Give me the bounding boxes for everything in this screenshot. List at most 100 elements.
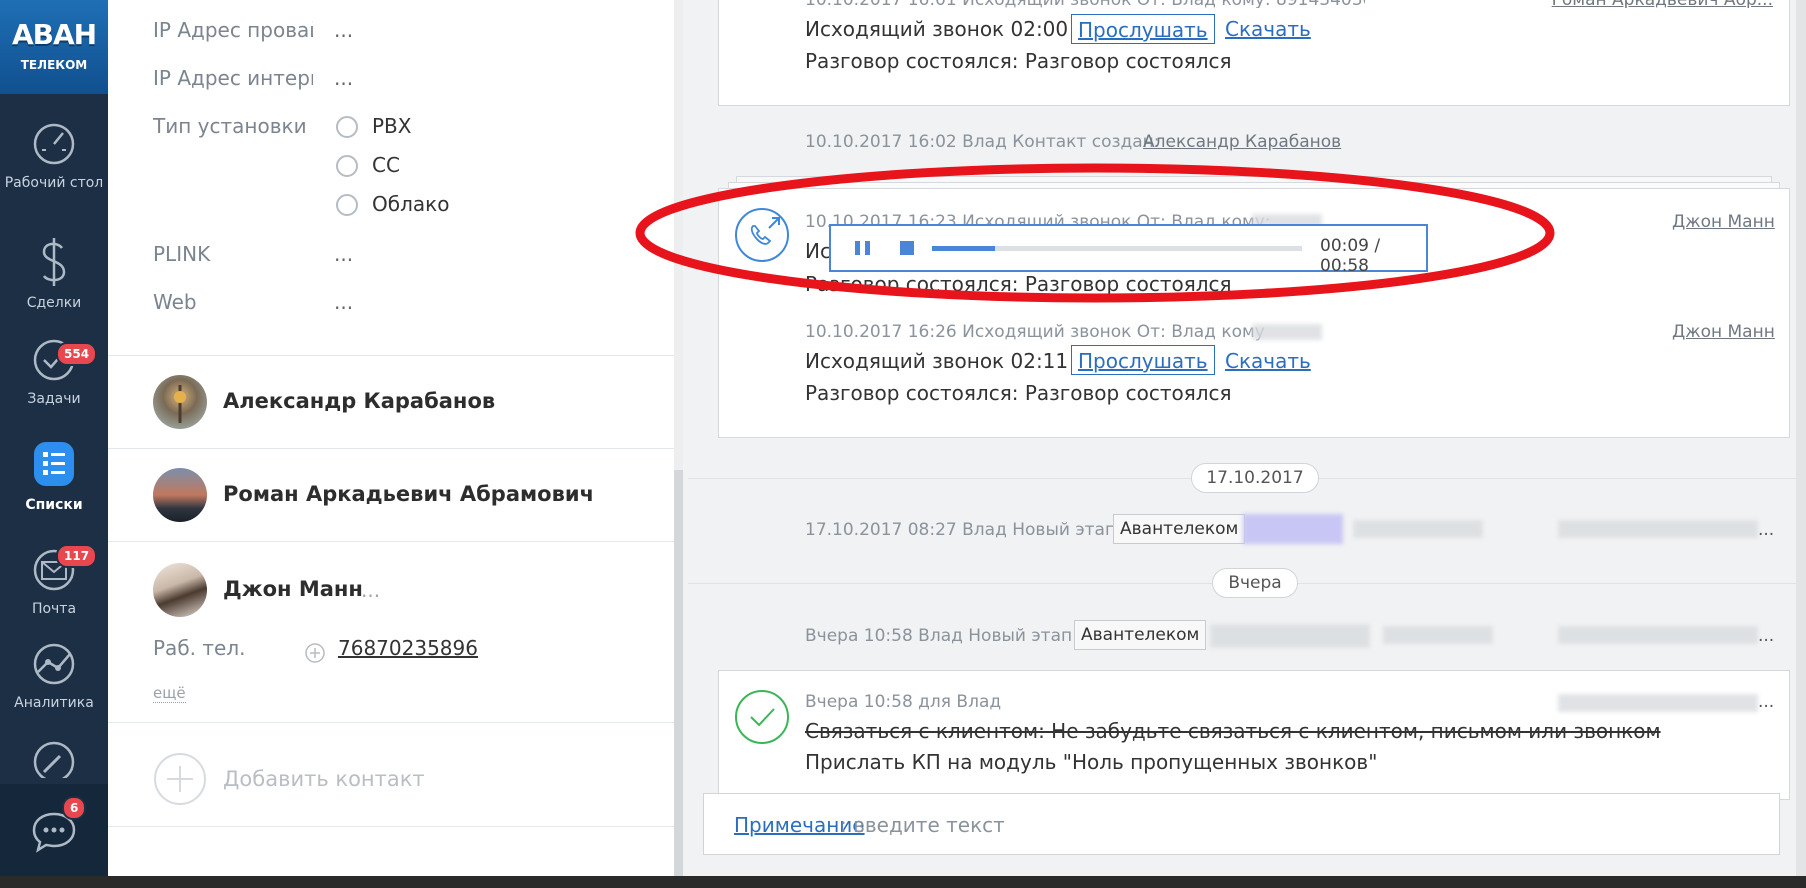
redacted-stage (1383, 626, 1493, 644)
stage-trail-1: ... (1758, 520, 1775, 540)
avatar-image (174, 385, 186, 423)
stage-tag-1: Авантелеком (1113, 514, 1246, 544)
call-user-1[interactable]: Джон Манн (1672, 212, 1775, 232)
date-pill-2: Вчера (1212, 568, 1298, 598)
divider (108, 355, 674, 356)
logo-subtext: ТЕЛЕКОМ (20, 58, 88, 72)
nav-item-dashboard[interactable]: Рабочий стол (0, 120, 108, 192)
field-value-provider-ip[interactable]: ... (334, 18, 353, 42)
field-label-plink: PLINK (153, 242, 211, 266)
field-label-provider-ip: IP Адрес провай (153, 18, 313, 42)
redacted-user (1558, 694, 1758, 712)
avatar-karabanov[interactable] (153, 375, 207, 429)
radio-cc[interactable] (336, 155, 358, 177)
redacted-stage (1353, 520, 1483, 538)
call-meta-2: 10.10.2017 16:26 Исходящий звонок От: Вл… (805, 322, 1265, 342)
list-icon (34, 442, 74, 486)
redacted-stage (1210, 624, 1370, 648)
redacted-user (1558, 520, 1758, 538)
redacted-number (1252, 324, 1322, 340)
call-title-2: Исходящий звонок 02:11 (805, 349, 1069, 373)
field-value-plink[interactable]: ... (334, 242, 353, 266)
show-more-link[interactable]: ещё (153, 684, 186, 703)
avatar-abramovich[interactable] (153, 468, 207, 522)
call-meta-top: 10.10.2017 16:01 Исходящий звонок От: Вл… (805, 0, 1365, 8)
task-meta: Вчера 10:58 для Влад (805, 692, 1002, 712)
nav-item-lists[interactable]: Списки (0, 438, 108, 514)
radio-cloud[interactable] (336, 194, 358, 216)
radio-label-pbx: PBX (372, 114, 412, 138)
feed-scrollbar[interactable] (1796, 0, 1806, 888)
field-label-install-type: Тип установки (153, 114, 307, 138)
logo-text: АВАН (11, 18, 97, 51)
nav-label-analytics: Аналитика (14, 695, 94, 711)
download-link-top[interactable]: Скачать (1225, 17, 1311, 41)
note-placeholder[interactable]: : введите текст (840, 813, 1005, 837)
nav-item-analytics[interactable]: Аналитика (0, 640, 108, 712)
redacted-user (1558, 626, 1758, 644)
nav-label-dashboard: Рабочий стол (4, 175, 104, 191)
task-trail: ... (1758, 692, 1775, 712)
phone-label: Раб. тел. (153, 636, 246, 660)
contact-name-mann[interactable]: Джон Манн (223, 577, 363, 601)
contact-created-meta: 10.10.2017 16:02 Влад Контакт создан: (805, 132, 1160, 152)
listen-button-2[interactable]: Прослушать (1071, 345, 1215, 375)
divider (108, 541, 674, 542)
tasks-badge: 554 (56, 342, 98, 366)
stage-meta-2: Вчера 10:58 Влад Новый этап: (805, 626, 1078, 646)
stage-tag-2: Авантелеком (1074, 620, 1207, 650)
note-input-bar[interactable]: Примечание : введите текст (703, 793, 1780, 855)
call-title-top: Исходящий звонок 02:00 (805, 17, 1069, 41)
divider (108, 448, 674, 449)
chat-button[interactable] (0, 810, 108, 860)
call-result-top: Разговор состоялся: Разговор состоялся (805, 49, 1232, 73)
task-done-icon[interactable] (733, 688, 791, 746)
radio-label-cloud: Облако (372, 192, 450, 216)
call-user-2[interactable]: Джон Манн (1672, 322, 1775, 342)
stage-trail-2: ... (1758, 626, 1775, 646)
highlight-ellipse (635, 163, 1555, 303)
contact-name-abramovich[interactable]: Роман Аркадьевич Абрамович (223, 482, 594, 506)
listen-button-top[interactable]: Прослушать (1071, 14, 1215, 44)
left-panel-scroll-thumb[interactable] (674, 470, 683, 888)
download-link-2[interactable]: Скачать (1225, 349, 1311, 373)
field-label-web: Web (153, 290, 197, 314)
nav-label-tasks: Задачи (27, 391, 81, 407)
field-label-internet-ip: IP Адрес интерне (153, 66, 313, 90)
dollar-icon (42, 238, 66, 286)
divider (108, 826, 674, 827)
contact-name-karabanov[interactable]: Александр Карабанов (223, 389, 495, 413)
phone-number-link[interactable]: 76870235896 (338, 636, 478, 660)
contact-more-button[interactable]: ... (361, 578, 380, 602)
nav-item-deals[interactable]: Сделки (0, 236, 108, 312)
add-contact-icon[interactable] (153, 752, 207, 806)
field-value-web[interactable]: ... (334, 290, 353, 314)
analytics-icon (33, 643, 75, 685)
call-result-2: Разговор состоялся: Разговор состоялся (805, 381, 1232, 405)
add-phone-icon[interactable] (304, 642, 326, 664)
speedometer-icon (33, 123, 75, 165)
mail-badge: 117 (56, 544, 98, 568)
call-user-top[interactable]: Роман Аркадьевич Абр... (1528, 0, 1773, 8)
divider (108, 722, 674, 723)
nav-item-settings[interactable] (0, 738, 108, 778)
add-contact-button[interactable]: Добавить контакт (223, 767, 425, 791)
radio-pbx[interactable] (336, 116, 358, 138)
task-text: Прислать КП на модуль "Ноль пропущенных … (805, 750, 1378, 774)
left-navigation: АВАН ТЕЛЕКОМ Рабочий стол Сделки Задачи … (0, 0, 108, 888)
radio-label-cc: CC (372, 153, 400, 177)
contact-created-link[interactable]: Александр Карабанов (1143, 132, 1341, 152)
avatar-mann[interactable] (153, 563, 207, 617)
nav-label-deals: Сделки (26, 295, 82, 311)
wrench-icon (33, 741, 75, 778)
logo[interactable]: АВАН ТЕЛЕКОМ (0, 0, 108, 94)
stage-meta-1: 17.10.2017 08:27 Влад Новый этап: (805, 520, 1122, 540)
company-panel: IP Адрес провай ... IP Адрес интерне ...… (108, 0, 674, 888)
nav-label-lists: Списки (25, 497, 83, 513)
field-value-internet-ip[interactable]: ... (334, 66, 353, 90)
taskbar-strip (0, 876, 1806, 888)
nav-label-mail: Почта (31, 601, 77, 617)
task-struck-text: Связаться с клиентом: Не забудьте связат… (805, 719, 1661, 743)
chat-badge: 6 (62, 796, 87, 820)
date-pill-1: 17.10.2017 (1191, 463, 1319, 493)
